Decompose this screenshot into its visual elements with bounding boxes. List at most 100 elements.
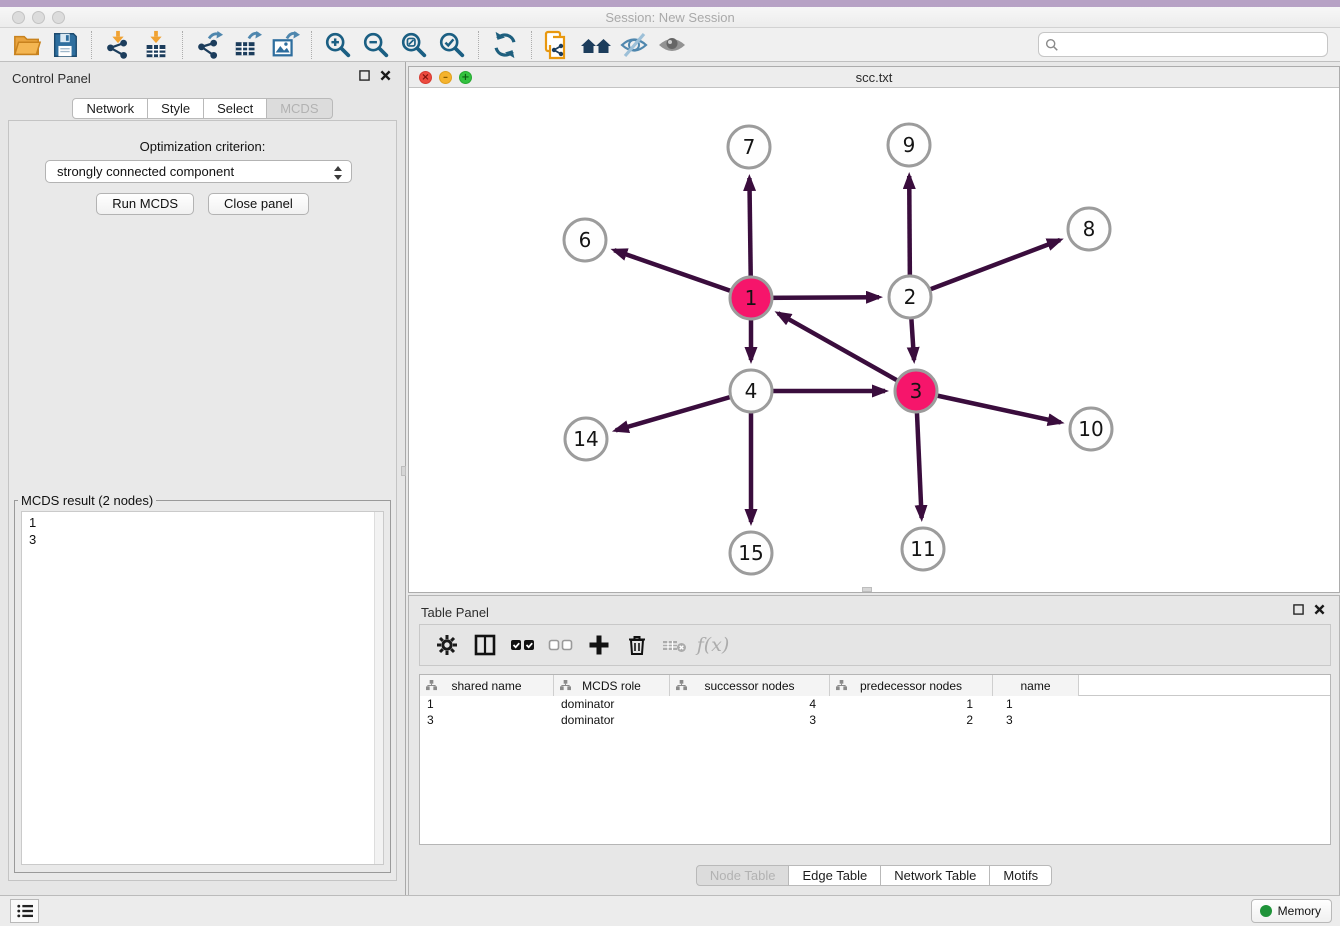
- network-graph-canvas[interactable]: 1234678910111415: [409, 89, 1339, 592]
- tab-network-table[interactable]: Network Table: [881, 865, 990, 886]
- table-cell[interactable]: 3: [993, 712, 1079, 728]
- column-header-predecessor-nodes[interactable]: predecessor nodes: [830, 675, 993, 696]
- graph-node-label: 8: [1083, 217, 1096, 241]
- table-cell[interactable]: 2: [830, 712, 993, 728]
- table-options-icon[interactable]: [432, 630, 462, 660]
- toolbar-separator: [182, 31, 183, 59]
- table-panel-title: Table Panel: [421, 605, 489, 620]
- show-graphics-details-icon[interactable]: [656, 29, 688, 61]
- export-image-icon[interactable]: [269, 29, 301, 61]
- optimization-criterion-select[interactable]: strongly connected component: [45, 160, 352, 183]
- network-view-window: × – + scc.txt 1234678910111415: [408, 66, 1340, 593]
- memory-button[interactable]: Memory: [1251, 899, 1332, 923]
- workspace: × – + scc.txt 1234678910111415 Table Pan…: [406, 62, 1340, 895]
- background-window-edge: [0, 0, 1340, 7]
- float-panel-icon[interactable]: [1293, 604, 1304, 615]
- zoom-out-icon[interactable]: [360, 29, 392, 61]
- splitter-handle[interactable]: [401, 466, 406, 476]
- column-type-icon: [836, 680, 847, 691]
- function-builder-icon[interactable]: f(x): [698, 630, 728, 660]
- table-cell[interactable]: 1: [993, 696, 1079, 712]
- splitter-handle[interactable]: [862, 587, 872, 592]
- export-table-icon[interactable]: [231, 29, 263, 61]
- toolbar-separator: [478, 31, 479, 59]
- node-table[interactable]: shared nameMCDS rolesuccessor nodes prede…: [419, 674, 1331, 845]
- column-header-successor-nodes[interactable]: successor nodes: [670, 675, 830, 696]
- open-session-icon[interactable]: [11, 29, 43, 61]
- table-cell[interactable]: dominator: [554, 696, 670, 712]
- graph-node-label: 15: [738, 541, 763, 565]
- graph-node-label: 11: [910, 537, 935, 561]
- network-window-titlebar: × – + scc.txt: [409, 67, 1339, 88]
- table-tabs: Node Table Edge Table Network Table Moti…: [409, 865, 1339, 886]
- table-cell[interactable]: 3: [670, 712, 830, 728]
- main-toolbar: [0, 28, 1340, 62]
- column-header-label: predecessor nodes: [860, 679, 962, 693]
- import-network-icon[interactable]: [102, 29, 134, 61]
- toolbar-separator: [531, 31, 532, 59]
- search-input[interactable]: [1038, 32, 1328, 57]
- graph-node-label: 14: [573, 427, 598, 451]
- mcds-tab-content: Optimization criterion: strongly connect…: [8, 120, 397, 881]
- table-cell[interactable]: 4: [670, 696, 830, 712]
- mcds-result-lines: 1 3: [22, 512, 383, 548]
- result-scrollbar[interactable]: [374, 512, 383, 864]
- table-cell[interactable]: dominator: [554, 712, 670, 728]
- delete-row-icon[interactable]: [622, 630, 652, 660]
- tab-node-table[interactable]: Node Table: [696, 865, 790, 886]
- tab-motifs[interactable]: Motifs: [990, 865, 1052, 886]
- app-titlebar: Session: New Session: [0, 7, 1340, 28]
- tab-mcds[interactable]: MCDS: [267, 98, 332, 119]
- select-all-icon[interactable]: [508, 630, 538, 660]
- import-table-icon[interactable]: [140, 29, 172, 61]
- column-header-MCDS-role[interactable]: MCDS role: [554, 675, 670, 696]
- graph-node-label: 9: [903, 133, 916, 157]
- optimization-criterion-label: Optimization criterion:: [9, 139, 396, 154]
- float-panel-icon[interactable]: [359, 70, 370, 81]
- export-network-icon[interactable]: [193, 29, 225, 61]
- graph-edge-3-1[interactable]: [778, 313, 916, 391]
- add-row-icon[interactable]: [584, 630, 614, 660]
- run-mcds-button[interactable]: Run MCDS: [96, 193, 194, 215]
- toolbar-separator: [311, 31, 312, 59]
- delete-table-icon[interactable]: [660, 630, 690, 660]
- tab-edge-table[interactable]: Edge Table: [789, 865, 881, 886]
- show-column-icon[interactable]: [470, 630, 500, 660]
- tab-style[interactable]: Style: [148, 98, 204, 119]
- tab-select[interactable]: Select: [204, 98, 267, 119]
- mcds-result-box[interactable]: 1 3: [21, 511, 384, 865]
- close-panel-button[interactable]: Close panel: [208, 193, 309, 215]
- close-panel-icon[interactable]: [380, 70, 391, 81]
- zoom-in-icon[interactable]: [322, 29, 354, 61]
- control-panel-title: Control Panel: [12, 71, 91, 86]
- first-neighbors-icon[interactable]: [580, 29, 612, 61]
- show-task-history-button[interactable]: [10, 899, 39, 923]
- graph-node-label: 7: [743, 135, 756, 159]
- table-panel: Table Panel: [408, 595, 1340, 895]
- save-session-icon[interactable]: [49, 29, 81, 61]
- app-title: Session: New Session: [0, 10, 1340, 25]
- clone-network-icon[interactable]: [542, 29, 574, 61]
- table-row[interactable]: 1dominator411: [420, 696, 1330, 712]
- hide-graphics-details-icon[interactable]: [618, 29, 650, 61]
- close-panel-icon[interactable]: [1314, 604, 1325, 615]
- table-cell[interactable]: 1: [830, 696, 993, 712]
- column-header-name[interactable]: name: [993, 675, 1079, 696]
- table-cell[interactable]: 3: [420, 712, 554, 728]
- table-header-row: shared nameMCDS rolesuccessor nodes prede…: [420, 675, 1330, 696]
- refresh-view-icon[interactable]: [489, 29, 521, 61]
- column-header-shared-name[interactable]: shared name: [420, 675, 554, 696]
- table-cell[interactable]: 1: [420, 696, 554, 712]
- column-type-icon: [426, 680, 437, 691]
- mcds-result-title: MCDS result (2 nodes): [18, 493, 156, 508]
- fx-label: f(x): [697, 634, 730, 656]
- graph-node-label: 4: [745, 379, 758, 403]
- memory-status-icon: [1260, 905, 1272, 917]
- graph-edge-2-8[interactable]: [910, 240, 1060, 297]
- graph-node-label: 1: [745, 286, 758, 310]
- tab-network[interactable]: Network: [72, 98, 148, 119]
- zoom-selected-icon[interactable]: [436, 29, 468, 61]
- table-row[interactable]: 3dominator323: [420, 712, 1330, 728]
- unselect-all-icon[interactable]: [546, 630, 576, 660]
- zoom-fit-icon[interactable]: [398, 29, 430, 61]
